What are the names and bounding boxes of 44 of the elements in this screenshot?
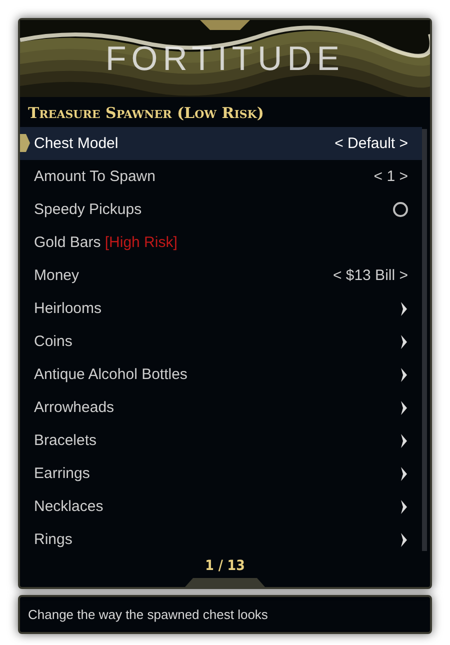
menu-subtitle: Treasure Spawner (Low Risk) bbox=[27, 103, 265, 124]
item-label: Arrowheads bbox=[34, 399, 114, 416]
menu-item[interactable]: Earrings bbox=[20, 457, 422, 490]
item-label: Rings bbox=[34, 531, 72, 548]
description-text: Change the way the spawned chest looks bbox=[18, 595, 432, 634]
item-label: Chest Model bbox=[34, 135, 118, 152]
menu-item[interactable]: Coins bbox=[20, 325, 422, 358]
menu-item[interactable]: Gold Bars [High Risk] bbox=[20, 226, 422, 259]
item-label: Antique Alcohol Bottles bbox=[34, 366, 188, 383]
item-label: Speedy Pickups bbox=[34, 201, 142, 218]
chevron-icon bbox=[400, 334, 408, 348]
chevron-icon bbox=[400, 466, 408, 480]
toggle-circle[interactable] bbox=[393, 202, 408, 217]
option-value[interactable]: < $13 Bill > bbox=[332, 267, 408, 284]
menu-title: FORTITUDE bbox=[106, 40, 344, 79]
item-label: Amount To Spawn bbox=[34, 168, 156, 185]
item-label: Money bbox=[34, 267, 80, 284]
scrollbar[interactable] bbox=[422, 129, 427, 551]
item-label: Coins bbox=[34, 333, 72, 350]
chevron-icon bbox=[400, 500, 408, 514]
item-label: Necklaces bbox=[34, 498, 104, 515]
page-counter: 1 / 13 bbox=[205, 558, 245, 574]
menu-item[interactable]: Rings bbox=[20, 523, 422, 556]
option-value[interactable]: < Default > bbox=[334, 135, 408, 152]
menu-item[interactable]: Bracelets bbox=[20, 424, 422, 457]
item-label: Heirlooms bbox=[34, 300, 102, 317]
chevron-icon bbox=[400, 532, 408, 546]
menu-item[interactable]: Amount To Spawn < 1 > bbox=[20, 160, 422, 193]
menu-item[interactable]: Heirlooms bbox=[20, 292, 422, 325]
chevron-icon bbox=[400, 302, 408, 316]
item-label: Gold Bars [High Risk] bbox=[34, 234, 178, 251]
menu-item[interactable]: Necklaces bbox=[20, 490, 422, 523]
chevron-icon bbox=[400, 400, 408, 414]
chevron-icon bbox=[400, 368, 408, 382]
selection-marker-icon bbox=[20, 134, 30, 152]
menu-item[interactable]: Speedy Pickups bbox=[20, 193, 422, 226]
menu-item[interactable]: Arrowheads bbox=[20, 391, 422, 424]
menu-item[interactable]: Antique Alcohol Bottles bbox=[20, 358, 422, 391]
item-label: Bracelets bbox=[34, 432, 97, 449]
item-label: Earrings bbox=[34, 465, 90, 482]
chevron-icon bbox=[400, 434, 408, 448]
menu-item[interactable]: Chest Model < Default > bbox=[20, 127, 422, 160]
option-value[interactable]: < 1 > bbox=[374, 168, 408, 185]
menu-item[interactable]: Money < $13 Bill > bbox=[20, 259, 422, 292]
